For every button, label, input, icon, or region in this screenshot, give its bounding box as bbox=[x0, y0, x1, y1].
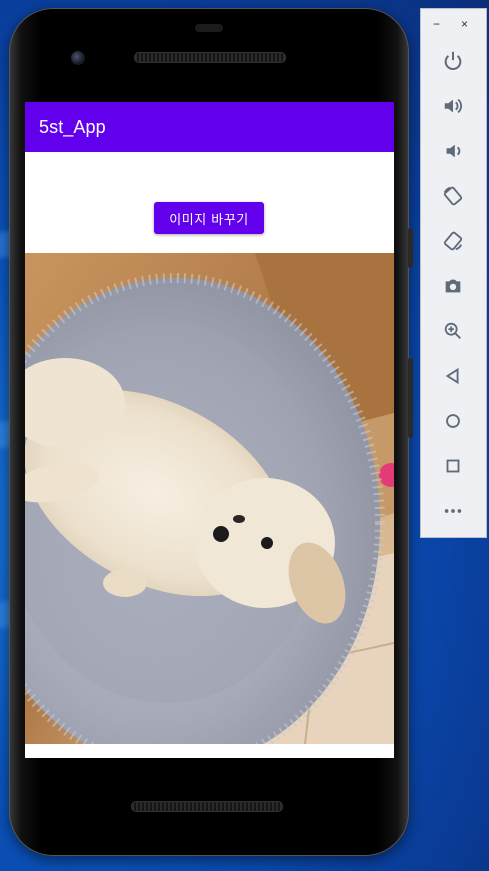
minimize-button[interactable]: − bbox=[433, 17, 440, 31]
app-bar: 5st_App bbox=[25, 102, 394, 152]
zoom-icon[interactable] bbox=[441, 319, 465, 343]
volume-side-button bbox=[408, 358, 413, 438]
bottom-speaker bbox=[131, 801, 283, 812]
volume-down-icon[interactable] bbox=[441, 139, 465, 163]
app-screen: 5st_App 이미지 바꾸기 bbox=[25, 102, 394, 758]
top-speaker bbox=[134, 52, 286, 63]
dog-photo-drawing bbox=[25, 253, 394, 744]
app-title: 5st_App bbox=[39, 116, 106, 137]
dog-photo bbox=[25, 253, 394, 744]
rotate-right-icon[interactable] bbox=[441, 229, 465, 253]
power-icon[interactable] bbox=[441, 49, 465, 73]
volume-up-icon[interactable] bbox=[441, 94, 465, 118]
more-icon[interactable] bbox=[441, 499, 465, 523]
back-icon[interactable] bbox=[441, 364, 465, 388]
change-image-button[interactable]: 이미지 바꾸기 bbox=[154, 202, 264, 234]
rotate-left-icon[interactable] bbox=[441, 184, 465, 208]
earpiece bbox=[195, 24, 223, 32]
overview-icon[interactable] bbox=[441, 454, 465, 478]
close-button[interactable]: × bbox=[461, 17, 468, 31]
emulator-toolbar: − × bbox=[420, 8, 487, 538]
front-camera bbox=[71, 51, 85, 65]
camera-icon[interactable] bbox=[441, 274, 465, 298]
power-side-button bbox=[408, 228, 413, 268]
home-icon[interactable] bbox=[441, 409, 465, 433]
screen-bottom-strip bbox=[25, 744, 394, 758]
